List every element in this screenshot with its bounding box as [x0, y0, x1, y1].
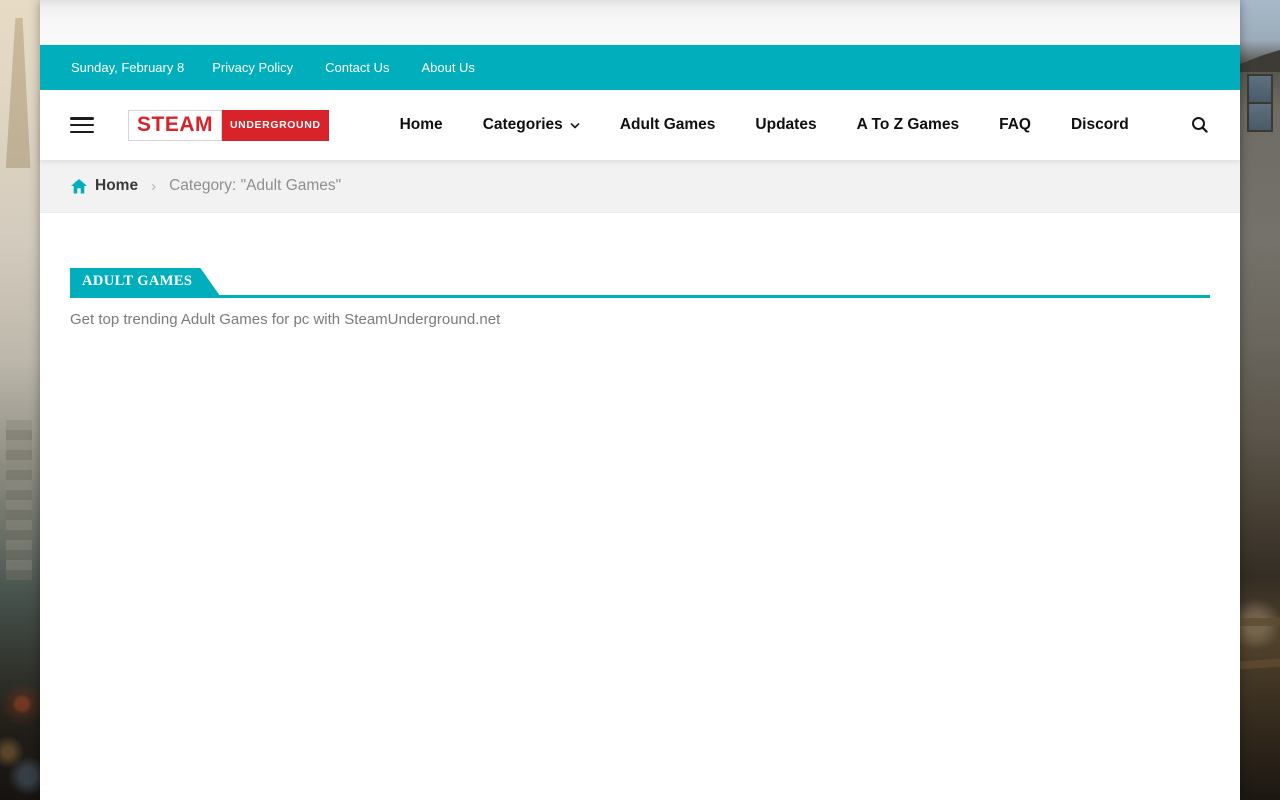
site-logo[interactable]: STEAM UNDERGROUND: [128, 110, 329, 141]
privacy-policy-link[interactable]: Privacy Policy: [212, 60, 293, 75]
wood-plank: [1240, 659, 1280, 670]
nav-item-categories[interactable]: Categories: [483, 116, 580, 134]
window-pane: [1249, 104, 1271, 130]
building-window: [1247, 74, 1273, 132]
breadcrumb: Home › Category: "Adult Games": [40, 160, 1240, 213]
section-header: ADULT GAMES: [70, 268, 1210, 298]
tower-silhouette: [4, 18, 34, 168]
current-date: Sunday, February 8: [71, 60, 184, 75]
logo-underground-text: UNDERGROUND: [222, 110, 329, 141]
main-navbar: STEAM UNDERGROUND Home Categories Adult …: [40, 90, 1240, 160]
about-us-link[interactable]: About Us: [421, 60, 474, 75]
nav-item-updates[interactable]: Updates: [755, 116, 816, 134]
breadcrumb-home-link[interactable]: Home: [71, 177, 138, 195]
main-content: ADULT GAMES Get top trending Adult Games…: [40, 213, 1240, 800]
contact-us-link[interactable]: Contact Us: [325, 60, 389, 75]
hamburger-icon[interactable]: [70, 117, 94, 133]
breadcrumb-separator: ›: [151, 178, 156, 195]
section-title-badge: ADULT GAMES: [70, 268, 219, 295]
nav-item-home[interactable]: Home: [400, 116, 443, 134]
chevron-down-icon: [570, 121, 580, 131]
section-description: Get top trending Adult Games for pc with…: [70, 311, 1210, 328]
nav-item-discord[interactable]: Discord: [1071, 116, 1129, 134]
logo-steam-text: STEAM: [128, 110, 222, 141]
nav-menu: Home Categories Adult Games Updates A To…: [400, 116, 1129, 134]
utility-topbar: Sunday, February 8 Privacy Policy Contac…: [40, 45, 1240, 90]
nav-item-adult-games[interactable]: Adult Games: [620, 116, 716, 134]
page-container: Sunday, February 8 Privacy Policy Contac…: [40, 0, 1240, 800]
stairs-silhouette: [6, 420, 32, 580]
breadcrumb-home-label: Home: [95, 177, 138, 195]
background-art-right: [1240, 0, 1280, 800]
roof-silhouette: [1240, 50, 1280, 72]
nav-item-a-to-z-games[interactable]: A To Z Games: [857, 116, 960, 134]
search-icon[interactable]: [1190, 115, 1210, 135]
top-spacer-strip: [40, 0, 1240, 45]
wood-plank: [1240, 618, 1280, 626]
nav-item-faq[interactable]: FAQ: [999, 116, 1031, 134]
window-pane: [1249, 76, 1271, 102]
home-icon: [71, 179, 87, 194]
background-art-left: [0, 0, 40, 800]
breadcrumb-current: Category: "Adult Games": [169, 177, 341, 195]
